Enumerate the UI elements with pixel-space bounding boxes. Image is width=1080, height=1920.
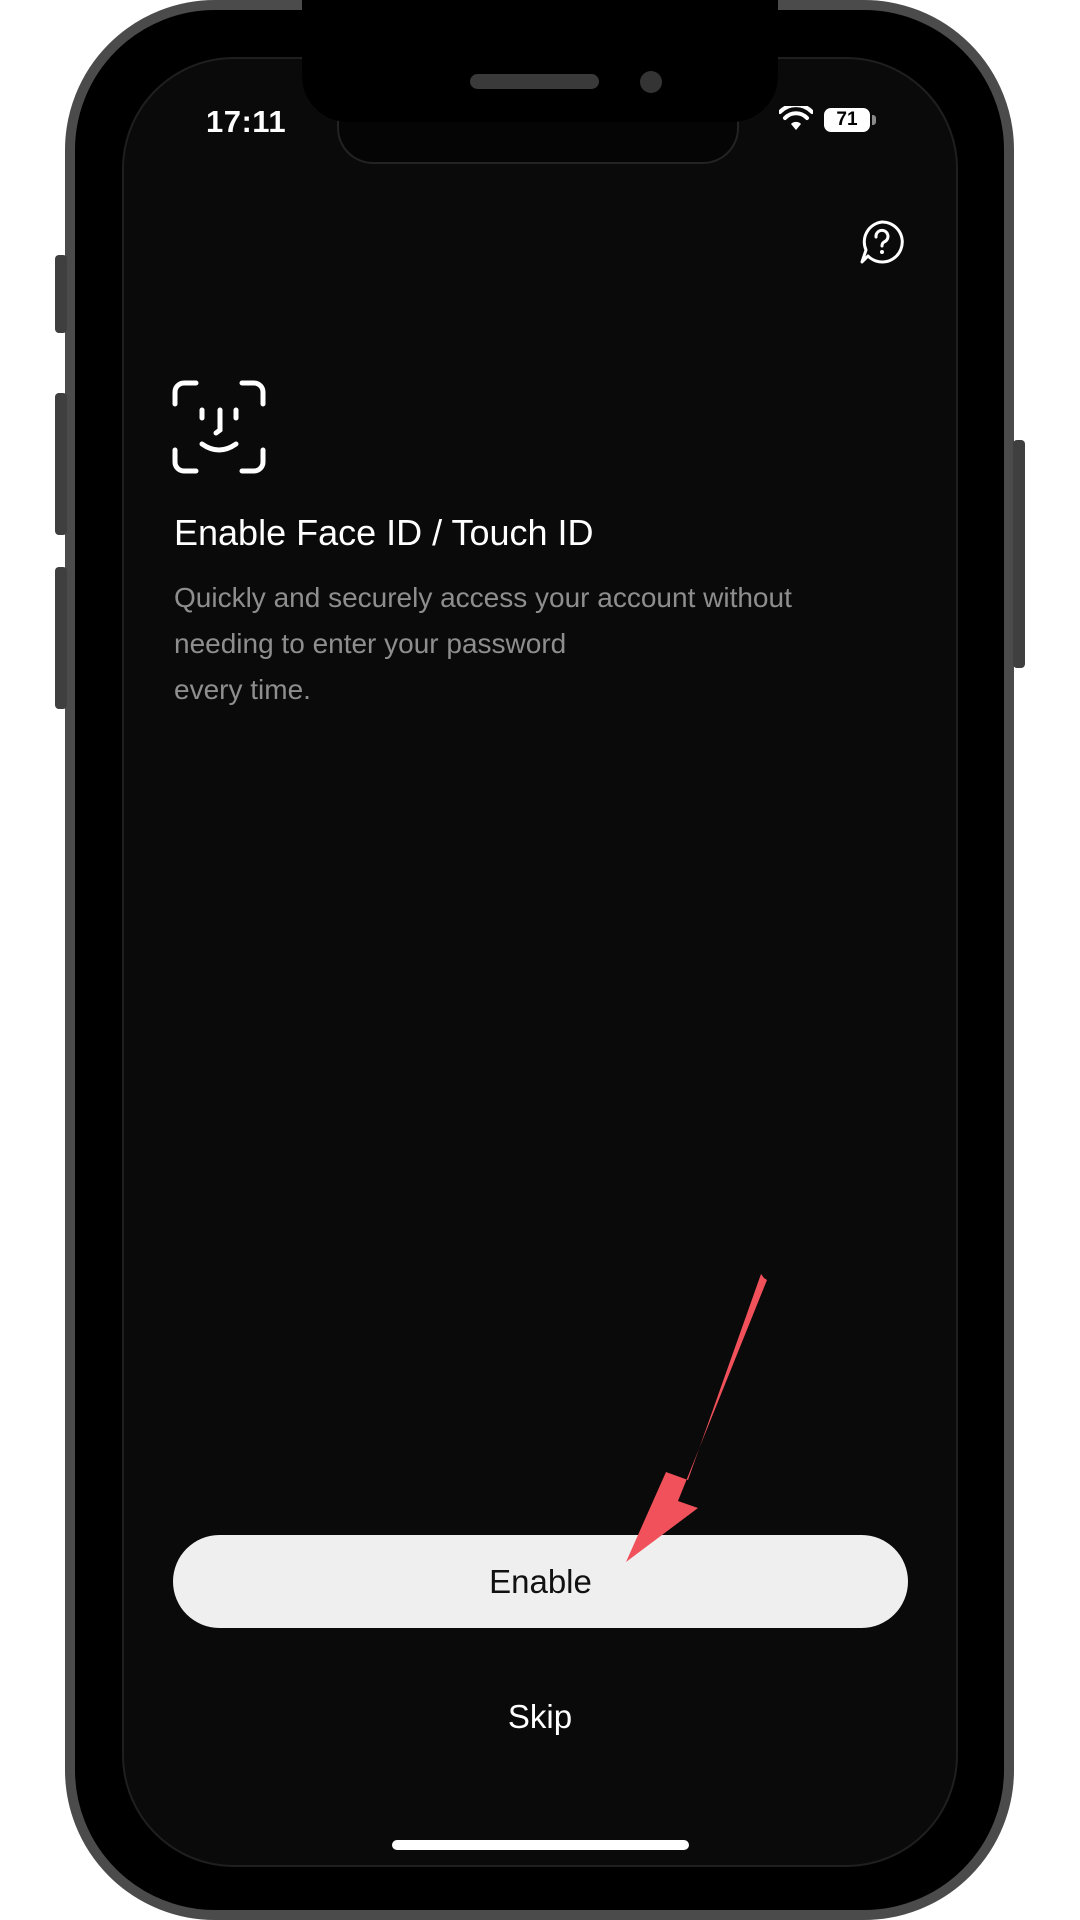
status-time: 17:11	[206, 104, 287, 139]
volume-down-button	[55, 567, 67, 709]
speaker-grille	[470, 74, 599, 89]
battery-level: 71	[836, 109, 858, 130]
home-indicator	[392, 1840, 689, 1850]
volume-up-button	[55, 393, 67, 535]
stage: 17:11 71 Enable Face ID / Touch ID Quick…	[0, 0, 1080, 1920]
face-id-icon	[172, 380, 266, 474]
mute-switch	[55, 255, 67, 333]
wifi-icon	[779, 106, 813, 130]
battery-icon: 71	[824, 108, 870, 132]
skip-button[interactable]: Skip	[440, 1690, 640, 1744]
page-title: Enable Face ID / Touch ID	[174, 512, 594, 553]
annotation-arrow-icon	[626, 1274, 767, 1562]
notch	[302, 0, 778, 122]
description-line: every time.	[174, 674, 311, 705]
power-button	[1013, 440, 1025, 668]
page-description: Quickly and securely access your account…	[174, 575, 874, 713]
enable-button[interactable]: Enable	[173, 1535, 908, 1628]
battery-tip	[872, 115, 876, 125]
help-icon[interactable]	[858, 218, 906, 266]
front-camera	[640, 71, 662, 93]
description-line: Quickly and securely access your account…	[174, 582, 792, 613]
description-line: needing to enter your password	[174, 628, 567, 659]
